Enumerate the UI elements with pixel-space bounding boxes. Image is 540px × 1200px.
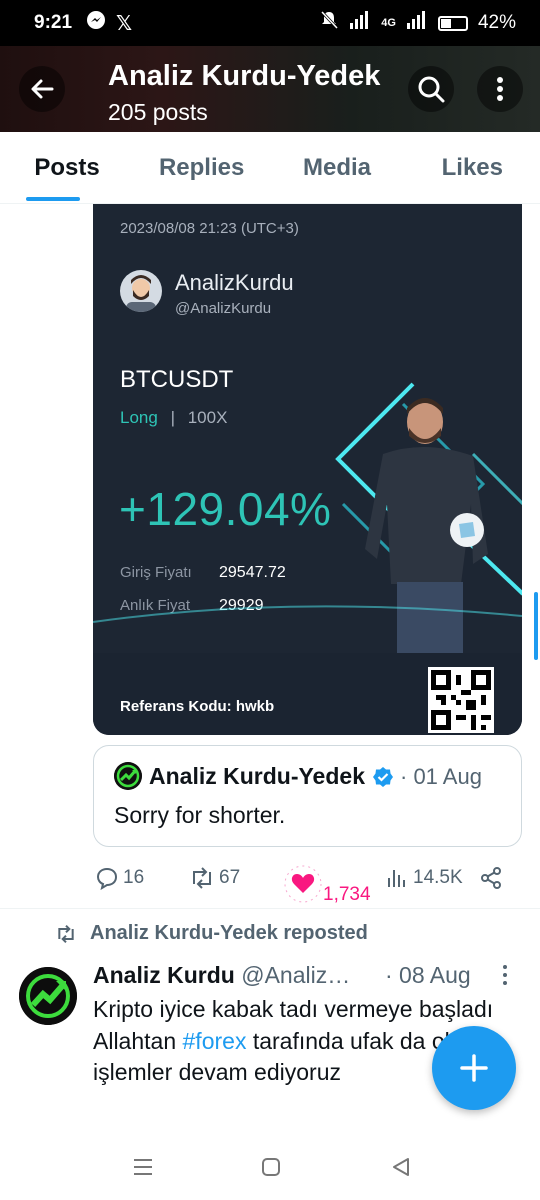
- share-button[interactable]: [479, 866, 503, 890]
- trade-side: Long | 100X: [120, 408, 228, 427]
- quote-author-name: Analiz Kurdu-Yedek: [149, 763, 365, 789]
- tab-posts[interactable]: Posts: [0, 132, 134, 203]
- back-arrow-icon: [31, 79, 54, 99]
- entry-price-label: Giriş Fiyatı: [120, 564, 192, 581]
- plus-icon: [460, 1054, 488, 1082]
- menu-lines-icon: [134, 1159, 152, 1175]
- recent-apps-button[interactable]: [132, 1156, 154, 1183]
- views-button[interactable]: 14.5K: [385, 866, 463, 890]
- reply-icon: [96, 867, 118, 890]
- share-icon: [481, 867, 501, 889]
- more-vertical-icon: [503, 965, 507, 985]
- messenger-icon: [86, 10, 106, 36]
- repost-button[interactable]: 67: [189, 866, 240, 890]
- trader-handle: @AnalizKurdu: [175, 300, 272, 317]
- reply-count: 16: [123, 867, 145, 888]
- post-image[interactable]: 2023/08/08 21:23 (UTC+3) AnalizKurdu @An…: [93, 204, 522, 735]
- trader-avatar: [120, 270, 162, 312]
- posts-count: 205 posts: [108, 99, 208, 125]
- repost-indicator[interactable]: Analiz Kurdu-Yedek reposted: [54, 922, 368, 945]
- back-triangle-icon: [393, 1158, 409, 1176]
- tab-likes[interactable]: Likes: [405, 132, 540, 203]
- x-logo-icon: 𝕏: [116, 12, 133, 35]
- quote-date: · 01 Aug: [400, 764, 482, 789]
- post-header: Analiz Kurdu @Analiz… · 08 Aug: [93, 962, 471, 989]
- tab-replies[interactable]: Replies: [134, 132, 269, 203]
- trade-date: 2023/08/08 21:23 (UTC+3): [120, 220, 299, 237]
- referral-code: Referans Kodu: hwkb: [120, 698, 275, 715]
- battery-icon: [437, 15, 468, 31]
- back-nav-button[interactable]: [390, 1156, 412, 1183]
- quote-avatar: [114, 762, 142, 790]
- status-time: 9:21: [34, 12, 73, 33]
- profile-tabs: Posts Replies Media Likes: [0, 132, 540, 204]
- more-vertical-icon: [497, 77, 503, 101]
- qr-code: [428, 667, 494, 733]
- glow-arc: [93, 605, 522, 623]
- search-button[interactable]: [408, 66, 454, 112]
- search-icon: [418, 76, 445, 103]
- network-type: 4G: [381, 17, 396, 29]
- quote-text: Sorry for shorter.: [114, 802, 286, 828]
- back-button[interactable]: [19, 66, 65, 112]
- trader-name: AnalizKurdu: [175, 270, 294, 295]
- post-author-name[interactable]: Analiz Kurdu: [93, 962, 235, 988]
- compose-button[interactable]: [432, 1026, 516, 1110]
- heart-filled-icon: [284, 865, 322, 903]
- post-author-avatar[interactable]: [19, 967, 77, 1025]
- post-divider: [0, 908, 540, 909]
- signal-icon-2: [406, 11, 428, 35]
- trade-leverage: 100X: [187, 408, 228, 427]
- tab-media[interactable]: Media: [269, 132, 404, 203]
- mute-icon: [319, 10, 339, 36]
- signal-icon: [349, 11, 371, 35]
- like-count: 1,734: [323, 884, 371, 905]
- trade-pair: BTCUSDT: [120, 366, 234, 393]
- post-actions: 16 67 1,734 14.5K: [93, 858, 523, 905]
- repost-label: Analiz Kurdu-Yedek reposted: [90, 922, 368, 944]
- status-bar: 9:21 𝕏 4G 42%: [0, 0, 540, 46]
- hashtag-link[interactable]: #forex: [183, 1028, 247, 1054]
- repost-small-icon: [58, 924, 74, 943]
- repost-count: 67: [219, 867, 241, 888]
- card-footer: Referans Kodu: hwkb: [93, 653, 522, 735]
- page-title: Analiz Kurdu-Yedek: [108, 60, 381, 92]
- views-chart-icon: [388, 870, 405, 887]
- post-more-button[interactable]: [502, 964, 508, 992]
- post-date[interactable]: · 08 Aug: [385, 962, 471, 989]
- entry-price-value: 29547.72: [219, 564, 286, 581]
- battery-level: 42%: [477, 12, 516, 33]
- quoted-post[interactable]: Analiz Kurdu-Yedek · 01 Aug Sorry for sh…: [93, 745, 522, 847]
- entry-price-row: Giriş Fiyatı 29547.72: [120, 564, 286, 581]
- verified-badge-icon: [373, 767, 393, 787]
- profile-header: Analiz Kurdu-Yedek 205 posts: [0, 46, 540, 132]
- trade-direction: Long: [120, 408, 158, 427]
- view-count: 14.5K: [413, 867, 463, 888]
- system-nav-bar: [0, 1140, 540, 1200]
- scrollbar[interactable]: [534, 592, 538, 660]
- home-square-icon: [262, 1158, 280, 1176]
- more-options-button[interactable]: [477, 66, 523, 112]
- home-button[interactable]: [260, 1156, 282, 1183]
- pnl-percentage: +129.04%: [119, 483, 332, 535]
- like-button[interactable]: 1,734: [283, 862, 371, 906]
- post-author-handle[interactable]: @Analiz…: [241, 962, 350, 988]
- repost-icon: [193, 867, 211, 889]
- reply-button[interactable]: 16: [95, 866, 144, 890]
